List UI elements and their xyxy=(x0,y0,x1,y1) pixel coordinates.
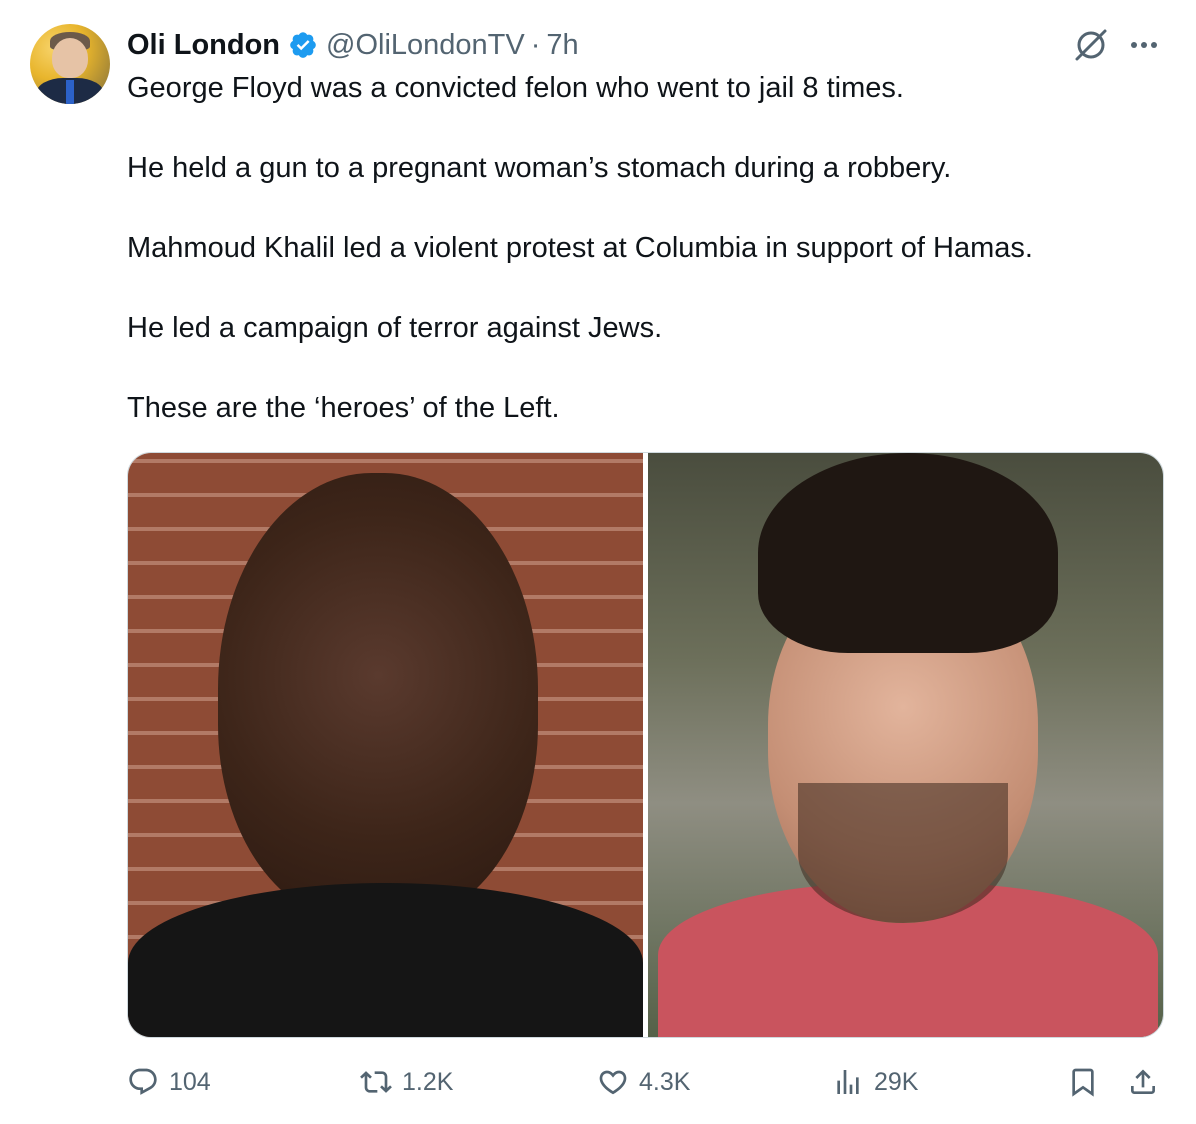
like-button[interactable]: 4.3K xyxy=(597,1066,690,1098)
views-button[interactable]: 29K xyxy=(832,1066,918,1098)
reply-icon xyxy=(129,1068,157,1095)
author-name[interactable]: Oli London xyxy=(127,29,280,62)
repost-icon xyxy=(360,1071,392,1093)
tweet-top-actions xyxy=(1072,26,1160,64)
photo-hoodie xyxy=(128,883,643,1037)
views-icon xyxy=(837,1070,859,1094)
repost-count: 1.2K xyxy=(402,1067,454,1096)
more-icon[interactable] xyxy=(1128,29,1160,61)
photo-beard xyxy=(798,783,1008,923)
repost-button[interactable]: 1.2K xyxy=(360,1066,453,1098)
tweet-paragraph: George Floyd was a convicted felon who w… xyxy=(127,72,904,104)
tweet[interactable]: Oli London @OliLondonTV · 7h George Floy… xyxy=(0,0,1196,1124)
media-photo-right[interactable] xyxy=(648,453,1163,1037)
author-handle[interactable]: @OliLondonTV xyxy=(326,29,525,62)
header-separator: · xyxy=(530,28,541,61)
tweet-paragraph: Mahmoud Khalil led a violent protest at … xyxy=(127,232,1033,264)
verified-badge-icon[interactable] xyxy=(288,30,318,60)
post-time[interactable]: 7h xyxy=(546,29,578,62)
views-count: 29K xyxy=(874,1067,919,1096)
tweet-paragraph: He held a gun to a pregnant woman’s stom… xyxy=(127,152,952,184)
photo-hair xyxy=(758,453,1058,653)
media-photo-left[interactable] xyxy=(128,453,643,1037)
tweet-header: Oli London @OliLondonTV · 7h xyxy=(127,28,579,62)
tweet-media[interactable] xyxy=(127,452,1164,1038)
reply-button[interactable]: 104 xyxy=(127,1066,211,1098)
share-button[interactable] xyxy=(1127,1066,1159,1098)
grok-icon[interactable] xyxy=(1072,26,1110,64)
like-icon xyxy=(599,1070,627,1095)
tweet-paragraph: These are the ‘heroes’ of the Left. xyxy=(127,392,560,424)
photo-face xyxy=(218,473,538,923)
bookmark-button[interactable] xyxy=(1067,1066,1099,1098)
reply-count: 104 xyxy=(169,1067,211,1096)
avatar-face xyxy=(52,38,88,78)
tweet-text: George Floyd was a convicted felon who w… xyxy=(127,68,1167,468)
avatar-tie xyxy=(66,80,74,104)
bookmark-icon xyxy=(1072,1068,1094,1097)
like-count: 4.3K xyxy=(639,1067,691,1096)
tweet-paragraph: He led a campaign of terror against Jews… xyxy=(127,312,663,344)
tweet-actions: 104 1.2K 4.3K 29K xyxy=(127,1060,1162,1104)
share-icon xyxy=(1131,1069,1155,1094)
author-avatar[interactable] xyxy=(30,24,110,104)
